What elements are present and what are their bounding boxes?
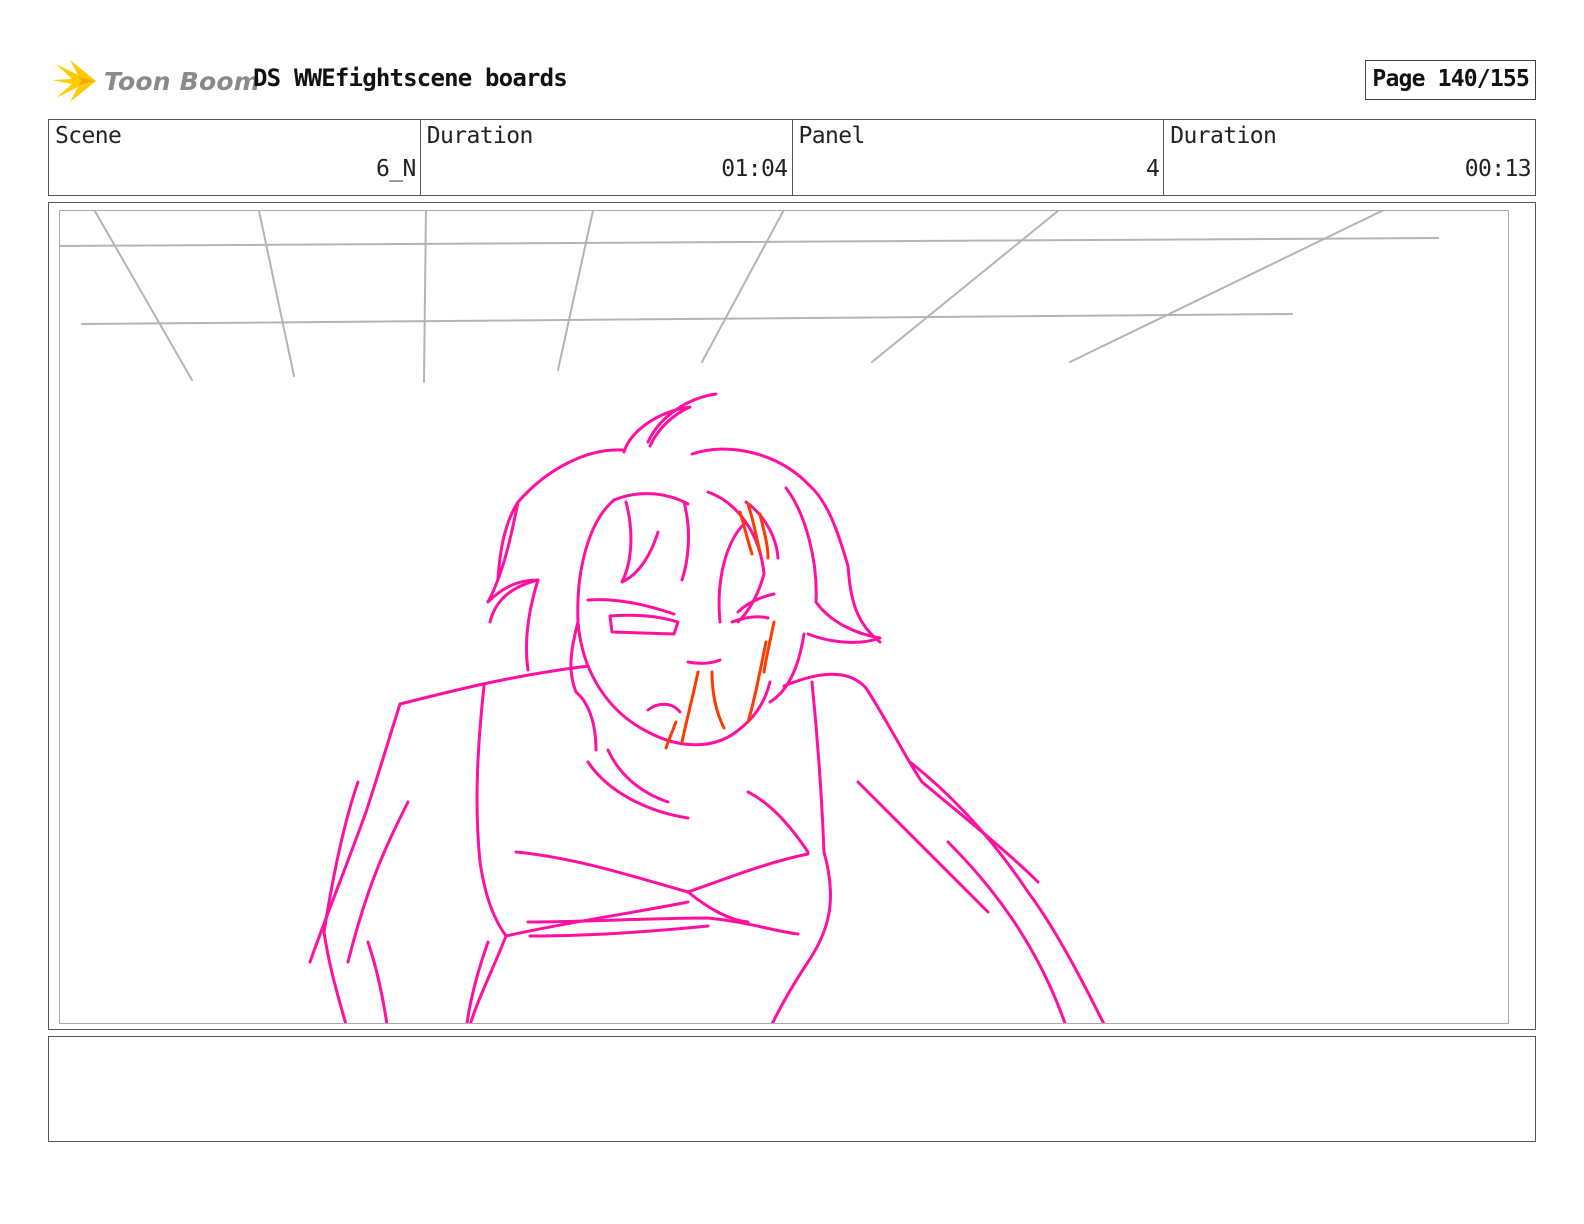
scene-duration-value: 01:04 bbox=[721, 156, 788, 182]
panel-notes-box[interactable] bbox=[48, 1036, 1536, 1142]
scene-cell: Scene 6_N bbox=[49, 120, 421, 195]
scene-label: Scene bbox=[55, 123, 122, 149]
page-header: Toon Boom DS WWEfightscene boards Page 1… bbox=[50, 52, 1536, 108]
scene-value: 6_N bbox=[376, 156, 416, 182]
scene-duration-cell: Duration 01:04 bbox=[421, 120, 793, 195]
storyboard-panel bbox=[48, 202, 1536, 1030]
panel-duration-value: 00:13 bbox=[1464, 156, 1532, 182]
panel-sketch bbox=[60, 211, 1439, 1023]
document-title: DS WWEfightscene boards bbox=[253, 64, 568, 92]
panel-value: 4 bbox=[1146, 156, 1160, 182]
scene-duration-label: Duration bbox=[426, 123, 534, 149]
scene-info-table: Scene 6_N Duration 01:04 Panel 4 Duratio… bbox=[48, 119, 1536, 196]
panel-safe-area bbox=[59, 210, 1509, 1024]
panel-duration-cell: Duration 00:13 bbox=[1164, 120, 1535, 195]
toon-boom-logo: Toon Boom bbox=[50, 56, 260, 106]
starburst-icon bbox=[52, 60, 96, 102]
panel-duration-label: Duration bbox=[1170, 123, 1277, 149]
panel-label: Panel bbox=[798, 123, 866, 149]
panel-cell: Panel 4 bbox=[793, 120, 1165, 195]
character-sketch bbox=[308, 392, 1106, 1023]
perspective-grid bbox=[60, 211, 1439, 383]
page-number: Page 140/155 bbox=[1365, 60, 1536, 100]
logo-text: Toon Boom bbox=[104, 66, 260, 96]
